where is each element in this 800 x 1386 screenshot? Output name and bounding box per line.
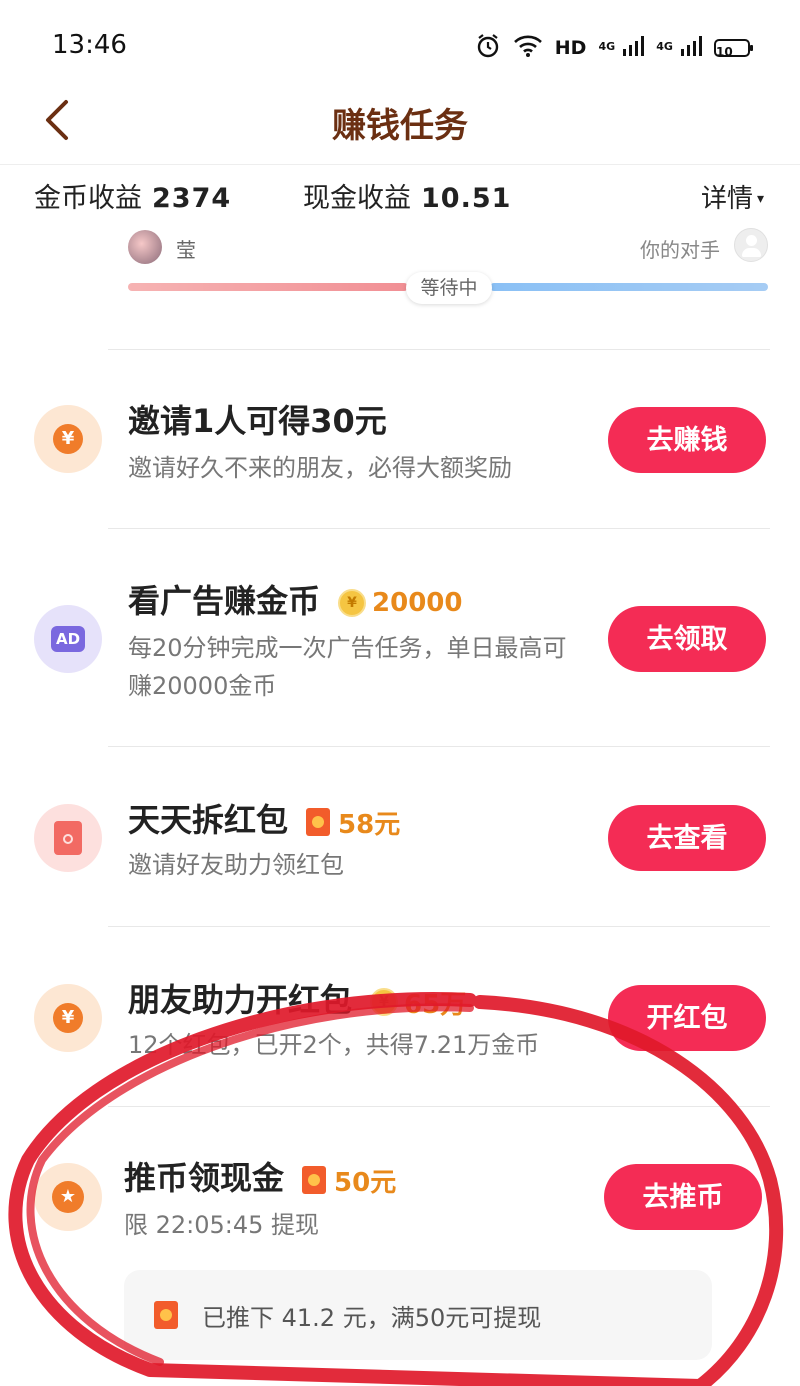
red-packet-icon: [154, 1301, 178, 1329]
reward-amount: 20000: [372, 588, 463, 618]
task-countdown: 限 22:05:45 提现: [124, 1211, 320, 1239]
task-title: 朋友助力开红包 ¥65万: [128, 975, 466, 1021]
task-title-text: 天天拆红包: [128, 801, 289, 839]
withdraw-progress-box: 已推下 41.2 元，满50元可提现: [124, 1270, 712, 1360]
reward-amount: 65万: [404, 989, 467, 1020]
task-title-text: 看广告赚金币: [128, 582, 321, 620]
opponent-progress-bar: [490, 283, 768, 291]
cash-earnings: 现金收益 10.51: [303, 176, 511, 215]
task-title: 天天拆红包 58元: [128, 795, 400, 841]
network-type-2: 4G: [656, 40, 673, 53]
cash-earnings-label: 现金收益: [303, 183, 411, 214]
withdraw-note: 已推下 41.2 元，满50元可提现: [202, 1304, 542, 1332]
hd-label: HD: [554, 37, 587, 59]
opponent-label: 你的对手: [640, 238, 720, 262]
battery-icon: 10: [714, 39, 753, 59]
claim-button[interactable]: 去领取: [608, 606, 766, 672]
star-icon: ★: [34, 1163, 102, 1231]
divider: [108, 528, 770, 529]
push-coins-button[interactable]: 去推币: [604, 1164, 762, 1230]
status-time: 13:46: [52, 30, 127, 60]
page-title: 赚钱任务: [332, 106, 468, 146]
wifi-icon: [513, 34, 543, 62]
coin-earnings: 金币收益 2374: [34, 176, 231, 215]
reward-badge: 50元: [302, 1162, 396, 1199]
nav-header: 赚钱任务: [0, 90, 800, 165]
opponent-avatar[interactable]: [734, 228, 768, 262]
task-title: 看广告赚金币 ¥20000: [128, 576, 462, 622]
coin-icon: ¥: [338, 589, 367, 617]
task-title-text: 推币领现金: [124, 1159, 285, 1197]
task-title: 邀请1人可得30元: [128, 402, 387, 440]
cash-earnings-value: 10.51: [421, 183, 512, 214]
task-description: 12个红包，已开2个，共得7.21万金币: [128, 1031, 540, 1059]
pk-status-badge: 等待中: [406, 272, 492, 304]
divider: [108, 746, 770, 747]
signal-icon-1: 4G: [598, 35, 645, 61]
red-packet-icon: [306, 808, 331, 836]
view-button[interactable]: 去查看: [608, 805, 766, 871]
alarm-icon: [475, 33, 501, 63]
task-description: 邀请好友助力领红包: [128, 851, 344, 879]
signal-icon-2: 4G: [656, 35, 702, 61]
details-button[interactable]: 详情 ▾: [701, 178, 764, 215]
earnings-summary: 金币收益 2374 现金收益 10.51 详情 ▾: [0, 168, 800, 224]
yen-icon: ¥: [34, 984, 102, 1052]
user-avatar[interactable]: [128, 230, 162, 264]
pk-progress: 莹 你的对手 等待中: [128, 228, 768, 318]
earn-money-button[interactable]: 去赚钱: [608, 407, 766, 473]
divider: [108, 926, 770, 927]
task-description: 每20分钟完成一次广告任务，单日最高可赚20000金币: [128, 634, 567, 700]
yen-icon: ¥: [34, 405, 102, 473]
battery-level: 10: [716, 45, 733, 59]
coin-earnings-value: 2374: [152, 183, 232, 214]
red-packet-icon: [302, 1166, 327, 1194]
coin-earnings-label: 金币收益: [34, 183, 142, 214]
task-title: 推币领现金 50元: [124, 1153, 396, 1199]
red-envelope-icon: [34, 804, 102, 872]
user-name: 莹: [176, 238, 196, 262]
reward-badge: ¥65万: [370, 984, 466, 1021]
reward-badge: 58元: [306, 804, 400, 841]
reward-amount: 50元: [334, 1167, 397, 1198]
coin-icon: ¥: [370, 988, 399, 1016]
divider: [108, 1106, 770, 1107]
divider: [108, 349, 770, 350]
chevron-down-icon: ▾: [756, 191, 764, 207]
reward-amount: 58元: [338, 809, 401, 840]
user-progress-bar: [128, 283, 408, 291]
reward-badge: ¥20000: [338, 588, 462, 618]
network-type-1: 4G: [598, 40, 616, 53]
ad-icon: AD: [34, 605, 102, 673]
open-red-envelope-button[interactable]: 开红包: [608, 985, 766, 1051]
task-title-text: 朋友助力开红包: [128, 981, 353, 1019]
status-bar: 13:46 HD 4G 4G 10: [0, 0, 800, 90]
status-icons: HD 4G 4G 10: [475, 33, 753, 63]
task-description: 邀请好久不来的朋友，必得大额奖励: [128, 454, 512, 482]
details-label: 详情: [700, 184, 753, 214]
